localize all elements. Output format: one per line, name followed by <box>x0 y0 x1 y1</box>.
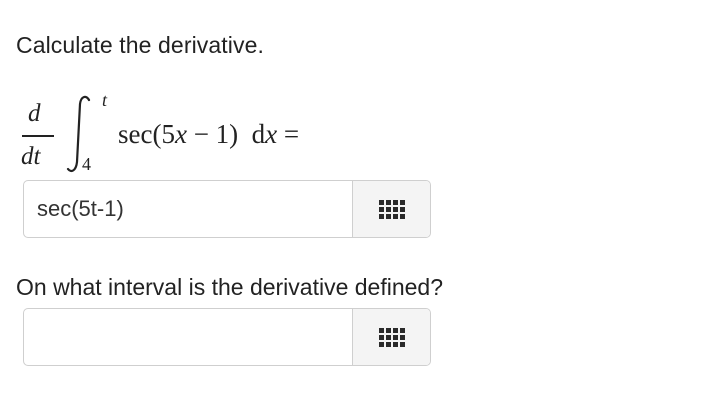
interval-question-prompt: On what interval is the derivative defin… <box>16 274 444 300</box>
differential-variable: x <box>265 119 278 149</box>
integrand-suffix: − 1) d <box>186 119 266 149</box>
math-palette-button[interactable] <box>352 181 430 237</box>
integral-upper-limit: t <box>102 90 108 110</box>
derivative-numerator: d <box>28 100 41 127</box>
grid-icon <box>378 327 405 347</box>
grid-icon <box>378 199 405 219</box>
answer-field-derivative <box>23 180 431 238</box>
integrand-prefix: sec(5 <box>118 119 175 149</box>
derivative-answer-input[interactable] <box>24 181 352 237</box>
equals-sign: = <box>277 119 300 149</box>
integrand-variable: x <box>174 119 187 149</box>
fraction-bar <box>22 135 54 137</box>
integrand: sec(5x − 1) dx = <box>118 119 299 150</box>
math-palette-button-2[interactable] <box>352 309 430 365</box>
question-prompt: Calculate the derivative. <box>16 32 264 58</box>
integral-lower-limit: 4 <box>82 154 91 174</box>
answer-field-interval <box>23 308 431 366</box>
derivative-denominator: dt <box>21 143 41 170</box>
interval-answer-input[interactable] <box>24 309 352 365</box>
equation: d dt t 4 sec(5x − 1) dx = <box>18 90 418 182</box>
